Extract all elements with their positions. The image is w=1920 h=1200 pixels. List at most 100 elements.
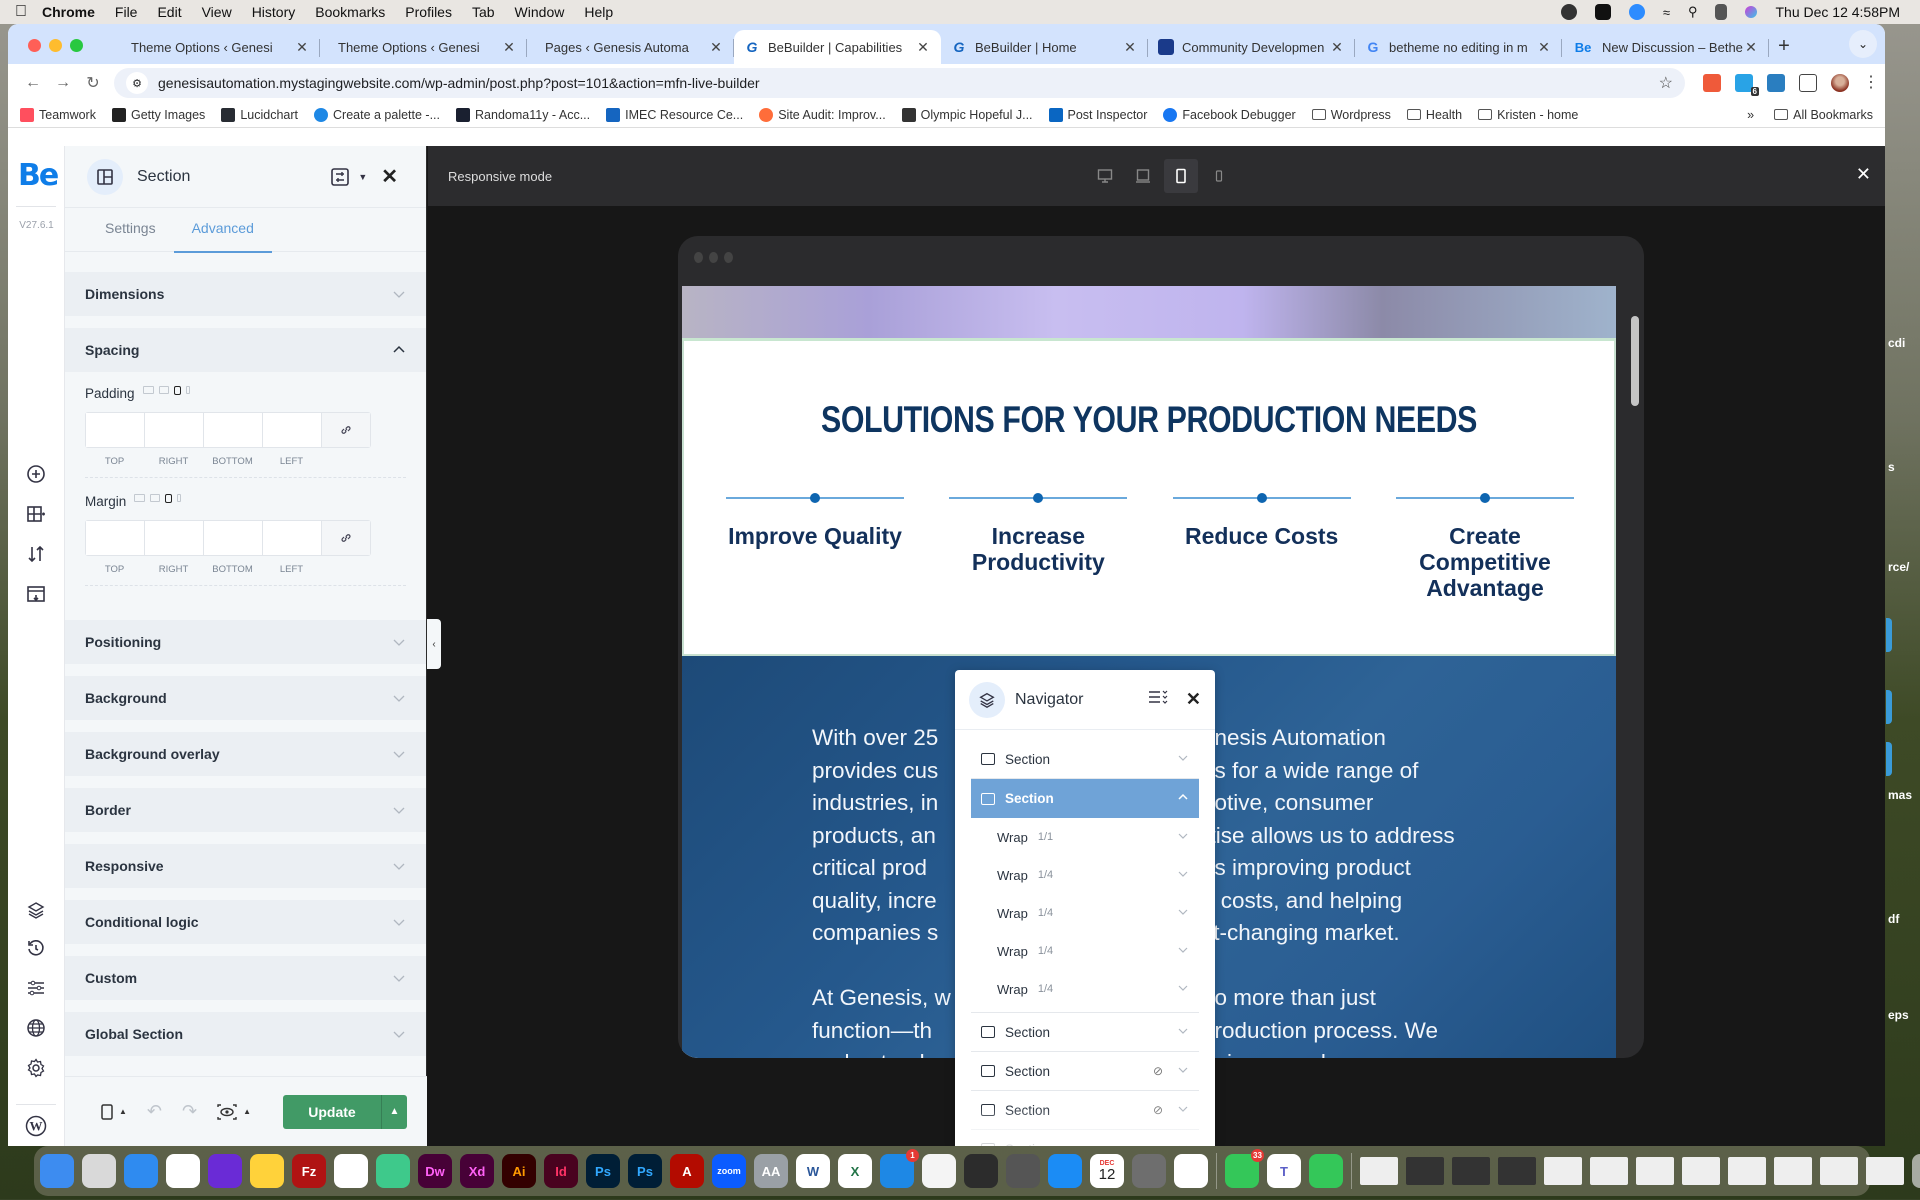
desktop-file-label[interactable]: rce/ [1888,560,1909,574]
update-options-button[interactable]: ▲ [381,1094,407,1129]
dock-app-word-icon[interactable]: W [796,1154,830,1188]
dock-app-font-book-icon[interactable]: AA [754,1154,788,1188]
dock-minimized-window[interactable] [1544,1157,1582,1185]
dock-minimized-window[interactable] [1498,1157,1536,1185]
tab-search-button[interactable]: ⌄ [1849,30,1877,58]
extension-badge-icon[interactable]: 6 [1735,74,1759,96]
all-bookmarks-button[interactable]: All Bookmarks [1774,108,1873,122]
dock-app-app-store-icon[interactable] [1048,1154,1082,1188]
dock-app-freeform-icon[interactable] [1174,1154,1208,1188]
menu-window[interactable]: Window [515,4,565,20]
navigator-item[interactable]: Section ⊘ [971,1052,1199,1091]
layers-icon[interactable] [24,898,48,922]
dock-app-mail-icon[interactable]: 1 [880,1149,919,1188]
dock-app-zoom-icon[interactable]: zoom [712,1154,746,1188]
back-icon[interactable]: ← [18,74,48,92]
bookmark-folder[interactable]: Kristen - home [1478,108,1578,122]
close-tab-icon[interactable]: ✕ [1122,39,1138,56]
dock-app-acrobat-icon[interactable]: A [670,1154,704,1188]
chevron-down-icon[interactable] [1177,830,1189,845]
chevron-down-icon[interactable] [1177,1064,1189,1079]
chevron-down-icon[interactable] [1177,982,1189,997]
zoom-icon[interactable] [1628,4,1645,20]
dock-app-ps-icon[interactable]: Ps [628,1154,662,1188]
wordpress-icon[interactable]: W [24,1114,48,1138]
siri-icon[interactable] [1745,6,1758,18]
bookmark-item[interactable]: Facebook Debugger [1163,107,1296,122]
dock-app-excel-icon[interactable]: X [838,1154,872,1188]
tab-advanced[interactable]: Advanced [173,208,273,253]
dock-app-chrome-icon[interactable] [166,1154,200,1188]
menu-view[interactable]: View [202,4,232,20]
menu-bookmarks[interactable]: Bookmarks [315,4,385,20]
sort-icon[interactable] [24,542,48,566]
redo-button[interactable]: ↷ [176,1095,203,1129]
bookmark-item[interactable]: Lucidchart [221,107,298,122]
accordion-responsive[interactable]: Responsive [65,844,426,888]
dock-app-calculator-icon[interactable] [1006,1154,1040,1188]
desktop-icon[interactable] [142,386,154,394]
add-section-icon[interactable] [24,502,48,526]
dock-minimized-window[interactable] [1820,1157,1858,1185]
dock-app-teams-icon[interactable]: T [1267,1154,1301,1188]
dock-app-ai-icon[interactable]: Ai [502,1154,536,1188]
padding-right-input[interactable] [145,413,204,447]
bookmark-item[interactable]: Olympic Hopeful J... [901,107,1033,122]
undo-button[interactable]: ↶ [141,1095,168,1129]
dock-minimized-window[interactable] [1866,1157,1904,1185]
forward-icon[interactable]: → [48,74,78,92]
hidden-eye-icon[interactable]: ⊘ [1153,1064,1163,1078]
navigator-wrap-item[interactable]: Wrap 1/4 [971,894,1199,932]
dock-app-textedit-icon[interactable] [922,1154,956,1188]
dock-app-ps-icon[interactable]: Ps [586,1154,620,1188]
minimize-window-button[interactable] [49,39,62,52]
link-values-icon[interactable] [322,521,370,555]
dock-minimized-window[interactable] [1406,1157,1444,1185]
bookmark-item[interactable]: Site Audit: Improv... [759,107,886,122]
desktop-file-label[interactable]: df [1888,912,1899,926]
dock-app-calendar-icon[interactable]: DEC 12 [1090,1154,1124,1188]
collapse-panel-handle[interactable]: ‹ [427,619,441,669]
dock-app-finder-icon[interactable] [40,1154,74,1188]
mobile-device-button[interactable] [1202,159,1236,193]
desktop-device-button[interactable] [1088,159,1122,193]
menu-edit[interactable]: Edit [157,4,181,20]
chrome-menu-icon[interactable]: ⋮ [1863,74,1879,92]
dock-app-affinity-icon[interactable] [376,1154,410,1188]
browser-tab[interactable]: Theme Options ‹ Genesi ✕ [113,30,320,64]
close-navigator-icon[interactable]: ✕ [1186,689,1201,710]
laptop-device-button[interactable] [1126,159,1160,193]
menu-profiles[interactable]: Profiles [405,4,452,20]
profile-avatar[interactable] [1831,74,1849,92]
accordion-conditional-logic[interactable]: Conditional logic [65,900,426,944]
caret-down-icon[interactable]: ▼ [358,172,367,182]
dock-app-filezilla-icon[interactable]: Fz [292,1154,326,1188]
margin-right-input[interactable] [145,521,204,555]
chevron-down-icon[interactable] [1177,906,1189,921]
update-button[interactable]: Update [283,1094,381,1129]
new-tab-button[interactable]: + [1769,35,1799,64]
accordion-spacing[interactable]: Spacing [65,328,426,372]
settings-gear-icon[interactable] [24,1056,48,1080]
reload-icon[interactable]: ↻ [78,73,108,93]
navigator-item-selected[interactable]: Section [971,779,1199,818]
dock-minimized-window[interactable] [1360,1157,1398,1185]
browser-tab[interactable]: Theme Options ‹ Genesi ✕ [320,30,527,64]
bookmark-folder[interactable]: Health [1406,108,1462,122]
drive-icon[interactable] [1594,4,1611,20]
zoom-window-button[interactable] [70,39,83,52]
close-window-button[interactable] [28,39,41,52]
navigator-wrap-item[interactable]: Wrap 1/4 [971,932,1199,970]
extensions-puzzle-icon[interactable] [1799,74,1817,92]
margin-left-input[interactable] [263,521,322,555]
bookmark-item[interactable]: Create a palette -... [314,107,440,122]
apple-icon[interactable]:  [0,3,42,21]
navigator-wrap-item[interactable]: Wrap 1/4 [971,856,1199,894]
dock-app-dw-icon[interactable]: Dw [418,1154,452,1188]
menu-help[interactable]: Help [584,4,613,20]
laptop-icon[interactable] [150,494,161,502]
browser-tab[interactable]: Community Developmen ✕ [1148,30,1355,64]
menu-tab[interactable]: Tab [472,4,495,20]
close-tab-icon[interactable]: ✕ [708,39,724,56]
dock-app-safari-icon[interactable] [124,1154,158,1188]
